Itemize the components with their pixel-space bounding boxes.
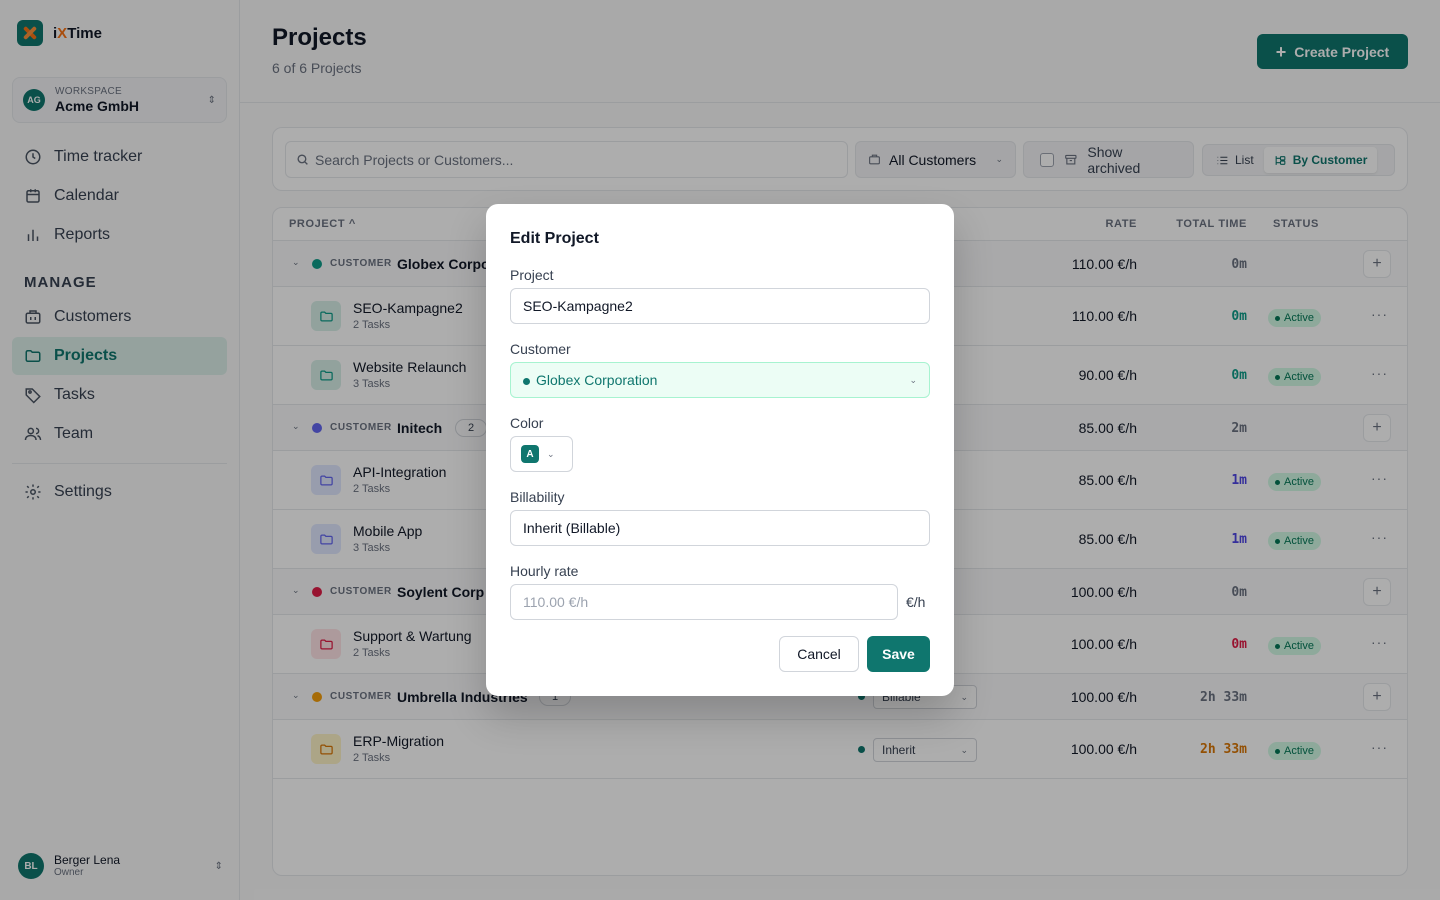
customer-select-value: Globex Corporation [536, 372, 658, 388]
customer-field-label: Customer [510, 341, 571, 357]
dialog-title: Edit Project [510, 230, 599, 247]
color-swatch: A [521, 445, 539, 463]
customer-color-dot [523, 378, 530, 385]
chevron-down-icon: ⌄ [547, 448, 555, 459]
project-field-label: Project [510, 267, 554, 283]
color-field-label: Color [510, 415, 544, 431]
billability-select[interactable]: Inherit (Billable) [510, 510, 930, 546]
billability-field-label: Billability [510, 489, 565, 505]
billability-select-value: Inherit (Billable) [523, 520, 621, 536]
hourly-rate-input[interactable] [510, 584, 898, 620]
chevron-down-icon: ⌄ [909, 374, 917, 385]
cancel-button[interactable]: Cancel [779, 636, 859, 672]
project-name-input[interactable] [510, 288, 930, 324]
color-picker[interactable]: A ⌄ [510, 436, 573, 472]
customer-select[interactable]: Globex Corporation ⌄ [510, 362, 930, 398]
hourly-rate-label: Hourly rate [510, 563, 579, 579]
edit-project-dialog: Edit Project Project Customer Globex Cor… [486, 204, 954, 696]
save-button[interactable]: Save [867, 636, 930, 672]
rate-unit: €/h [906, 594, 926, 610]
